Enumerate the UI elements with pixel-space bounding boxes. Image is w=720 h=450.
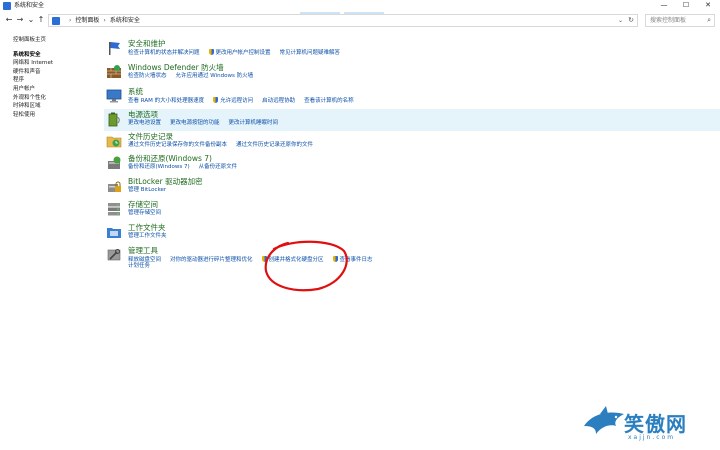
sidebar-item-network[interactable]: 网络和 Internet <box>13 59 93 68</box>
refresh-icon[interactable]: ↻ <box>628 15 634 26</box>
link-computer-name[interactable]: 查看该计算机的名称 <box>304 98 354 104</box>
search-icon: ⌕ <box>707 16 711 24</box>
breadcrumb[interactable]: › 控制面板 › 系统和安全 ⌄ ↻ <box>48 14 638 27</box>
link-save-backup[interactable]: 通过文件历史记录保存你的文件备份副本 <box>128 142 227 148</box>
link-backup-restore[interactable]: 备份和还原(Windows 7) <box>128 164 190 170</box>
sidebar-item-programs[interactable]: 程序 <box>13 76 93 85</box>
link-remote-assistance[interactable]: 启动远程协助 <box>262 98 295 104</box>
category-system: 系统 查看 RAM 的大小和处理器速度 允许远程访问 启动远程协助 查看该计算机的名称 <box>104 86 720 108</box>
search-placeholder: 搜索控制面板 <box>650 17 687 24</box>
category-title[interactable]: 管理工具 <box>128 246 158 255</box>
sidebar-item-hardware-sound[interactable]: 硬件和声音 <box>13 68 93 77</box>
link-defragment[interactable]: 对你的驱动器进行碎片整理和优化 <box>170 257 253 263</box>
category-storage-spaces: 存储空间 管理存储空间 <box>104 199 720 221</box>
category-links: 通过文件历史记录保存你的文件备份副本 通过文件历史记录还原你的文件 <box>128 142 322 149</box>
category-links: 检查防火墙状态 允许应用通过 Windows 防火墙 <box>128 73 262 80</box>
category-title[interactable]: 系统 <box>128 87 143 96</box>
sidebar-item-ease-of-access[interactable]: 轻松使用 <box>13 111 93 120</box>
link-troubleshoot[interactable]: 常见计算机问题疑难解答 <box>280 50 341 56</box>
file-history-icon <box>106 136 122 148</box>
sidebar-item-appearance[interactable]: 外观和个性化 <box>13 94 93 103</box>
shark-logo-icon <box>584 406 624 434</box>
category-links: 检查计算机的状态并解决问题 更改用户帐户控制设置 常见计算机问题疑难解答 <box>128 49 349 57</box>
sidebar-item-clock-region[interactable]: 时钟和区域 <box>13 102 93 111</box>
sidebar-item-system-security[interactable]: 系统和安全 <box>13 51 93 60</box>
link-allow-app[interactable]: 允许应用通过 Windows 防火墙 <box>176 73 254 79</box>
sidebar-item-home[interactable]: 控制面板主页 <box>13 36 93 45</box>
breadcrumb-system-security[interactable]: 系统和安全 <box>110 17 140 24</box>
category-work-folders: 工作文件夹 管理工作文件夹 <box>104 222 720 244</box>
watermark-text: 笑傲网 <box>624 412 687 436</box>
top-tabs <box>300 0 388 15</box>
chevron-down-icon[interactable]: ⌄ <box>618 15 623 26</box>
category-security-maintenance: 安全和维护 检查计算机的状态并解决问题 更改用户帐户控制设置 常见计算机问题疑难解答 <box>104 38 720 60</box>
category-links: 管理工作文件夹 <box>128 233 176 240</box>
category-links: 更改电池设置 更改电源按钮的功能 更改计算机睡眠时间 <box>128 120 287 127</box>
search-input[interactable]: 搜索控制面板 ⌕ <box>645 14 715 27</box>
category-links: 查看 RAM 的大小和处理器速度 允许远程访问 启动远程协助 查看该计算机的名称 <box>128 97 363 105</box>
category-links: 管理 BitLocker <box>128 187 175 194</box>
breadcrumb-control-panel[interactable]: 控制面板 <box>75 17 99 24</box>
work-folders-icon <box>107 228 121 238</box>
back-button[interactable]: ← <box>4 14 14 26</box>
category-file-history: 文件历史记录 通过文件历史记录保存你的文件备份副本 通过文件历史记录还原你的文件 <box>104 131 720 153</box>
computer-icon <box>106 89 122 103</box>
category-title[interactable]: 存储空间 <box>128 200 158 209</box>
watermark-sub: xajjn.com <box>628 434 676 441</box>
sidebar: 控制面板主页 系统和安全 网络和 Internet 硬件和声音 程序 用户帐户 … <box>13 36 93 119</box>
sidebar-item-user-accounts[interactable]: 用户帐户 <box>13 85 93 94</box>
link-sleep-time[interactable]: 更改计算机睡眠时间 <box>229 120 279 126</box>
category-title[interactable]: 备份和还原(Windows 7) <box>128 154 212 163</box>
category-admin-tools: 管理工具 释放磁盘空间 对你的驱动器进行碎片整理和优化 创建并格式化硬盘分区 查看事件… <box>104 245 720 275</box>
link-remote-access[interactable]: 允许远程访问 <box>220 98 253 104</box>
link-manage-storage[interactable]: 管理存储空间 <box>128 210 161 216</box>
category-title[interactable]: 文件历史记录 <box>128 132 173 141</box>
category-title[interactable]: 电源选项 <box>128 110 158 119</box>
up-button[interactable]: ↑ <box>36 14 46 26</box>
close-button[interactable]: ✕ <box>698 0 718 11</box>
uac-shield-icon <box>213 97 219 103</box>
battery-icon <box>108 112 120 127</box>
minimize-button[interactable]: — <box>654 0 674 11</box>
category-title[interactable]: BitLocker 驱动器加密 <box>128 177 203 186</box>
maximize-button[interactable]: ☐ <box>676 0 696 11</box>
flag-icon <box>109 42 120 55</box>
title-bar: 系统和安全 — ☐ ✕ <box>0 0 720 15</box>
link-power-button[interactable]: 更改电源按钮的功能 <box>170 120 220 126</box>
link-uac-settings[interactable]: 更改用户帐户控制设置 <box>216 50 271 56</box>
window-title: 系统和安全 <box>14 2 45 9</box>
link-restore-from-backup[interactable]: 从备份还原文件 <box>199 164 238 170</box>
firewall-icon <box>107 65 121 78</box>
link-firewall-status[interactable]: 检查防火墙状态 <box>128 73 167 79</box>
link-check-status[interactable]: 检查计算机的状态并解决问题 <box>128 50 200 56</box>
category-links: 管理存储空间 <box>128 210 170 217</box>
category-links-second-row: 计划任务 <box>128 263 150 270</box>
category-title[interactable]: Windows Defender 防火墙 <box>128 63 224 72</box>
backup-icon <box>108 156 121 169</box>
admin-tools-icon <box>107 249 121 261</box>
recent-locations-button[interactable]: ⌄ <box>26 14 36 26</box>
category-power-options[interactable]: 电源选项 更改电池设置 更改电源按钮的功能 更改计算机睡眠时间 <box>104 109 720 131</box>
bitlocker-icon <box>108 181 121 192</box>
control-panel-icon <box>3 2 11 10</box>
link-manage-bitlocker[interactable]: 管理 BitLocker <box>128 187 166 193</box>
annotation-circle <box>264 240 348 292</box>
control-panel-icon <box>52 17 60 25</box>
link-ram-cpu[interactable]: 查看 RAM 的大小和处理器速度 <box>128 98 204 104</box>
link-battery-settings[interactable]: 更改电池设置 <box>128 120 161 126</box>
category-links: 备份和还原(Windows 7) 从备份还原文件 <box>128 164 246 171</box>
link-manage-work-folders[interactable]: 管理工作文件夹 <box>128 233 167 239</box>
category-firewall: Windows Defender 防火墙 检查防火墙状态 允许应用通过 Windo… <box>104 62 720 84</box>
link-scheduled-tasks[interactable]: 计划任务 <box>128 263 150 269</box>
category-title[interactable]: 安全和维护 <box>128 39 166 48</box>
category-backup-restore: 备份和还原(Windows 7) 备份和还原(Windows 7) 从备份还原文件 <box>104 153 720 175</box>
link-restore-files[interactable]: 通过文件历史记录还原你的文件 <box>236 142 313 148</box>
watermark: 笑傲网 xajjn.com <box>578 398 720 450</box>
uac-shield-icon <box>208 49 214 55</box>
storage-icon <box>108 203 120 216</box>
category-title[interactable]: 工作文件夹 <box>128 223 166 232</box>
category-bitlocker: BitLocker 驱动器加密 管理 BitLocker <box>104 176 720 198</box>
forward-button[interactable]: → <box>15 14 25 26</box>
address-bar: ← → ⌄ ↑ › 控制面板 › 系统和安全 ⌄ ↻ 搜索控制面板 ⌕ <box>0 12 720 28</box>
